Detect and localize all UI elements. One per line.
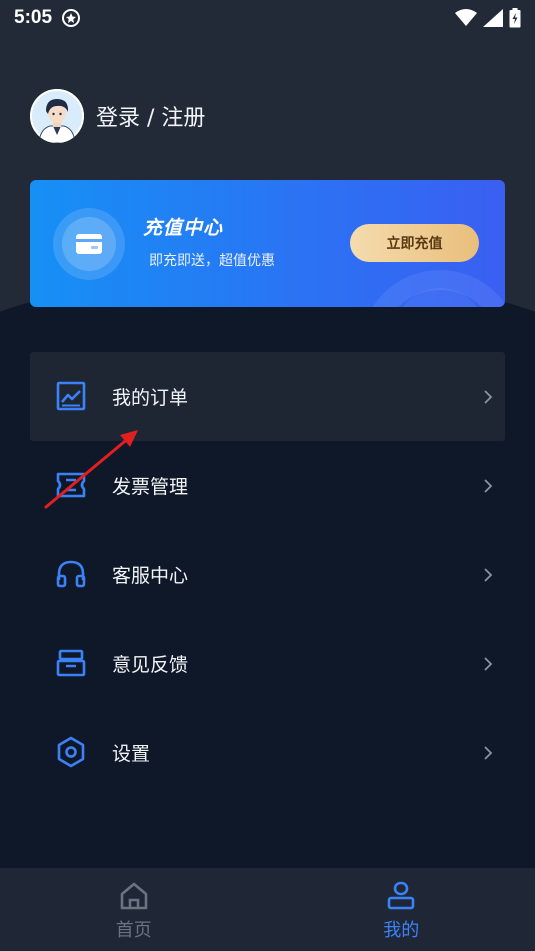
menu-item-settings[interactable]: 设置 (30, 708, 505, 797)
chart-icon (56, 381, 86, 411)
recharge-subtitle: 即充即送，超值优惠 (149, 253, 275, 269)
recharge-center-card[interactable]: 充值中心 即充即送，超值优惠 立即充值 (30, 180, 505, 307)
recharge-now-button[interactable]: 立即充值 (350, 224, 479, 262)
tab-mine[interactable]: 我的 (268, 868, 535, 951)
battery-icon (509, 8, 521, 28)
chevron-right-icon (484, 479, 493, 493)
wifi-icon (455, 9, 477, 26)
status-time: 5:05 (14, 7, 53, 28)
chevron-right-icon (484, 746, 493, 760)
login-register[interactable]: 登录 / 注册 (30, 89, 205, 143)
bottom-tab-bar: 首页 我的 (0, 868, 535, 951)
menu-list: 我的订单 发票管理 客服中心 意见反馈 设置 (30, 352, 505, 797)
headset-icon (56, 560, 86, 588)
tab-home-label: 首页 (115, 920, 152, 941)
tab-home[interactable]: 首页 (0, 868, 268, 951)
menu-item-customer-service[interactable]: 客服中心 (30, 530, 505, 619)
user-icon (387, 881, 415, 910)
recharge-title: 充值中心 (143, 217, 224, 239)
chevron-right-icon (484, 390, 493, 404)
annotation-arrow-icon (44, 430, 138, 509)
avatar (30, 89, 84, 143)
chevron-right-icon (484, 568, 493, 582)
signal-icon (483, 9, 503, 27)
menu-label: 我的订单 (112, 387, 189, 409)
menu-label: 客服中心 (112, 565, 189, 587)
menu-label: 设置 (112, 743, 151, 765)
chevron-right-icon (484, 657, 493, 671)
menu-item-feedback[interactable]: 意见反馈 (30, 619, 505, 708)
credit-card-icon (76, 234, 102, 254)
card-icon-circle (53, 208, 125, 280)
inbox-icon (56, 649, 86, 677)
hexagon-settings-icon (57, 736, 85, 768)
shield-notification-icon (62, 9, 81, 27)
login-register-label: 登录 / 注册 (96, 106, 206, 131)
tab-mine-label: 我的 (383, 920, 420, 941)
home-icon (120, 882, 148, 910)
status-bar: 5:05 (0, 0, 535, 36)
menu-label: 意见反馈 (112, 654, 189, 676)
